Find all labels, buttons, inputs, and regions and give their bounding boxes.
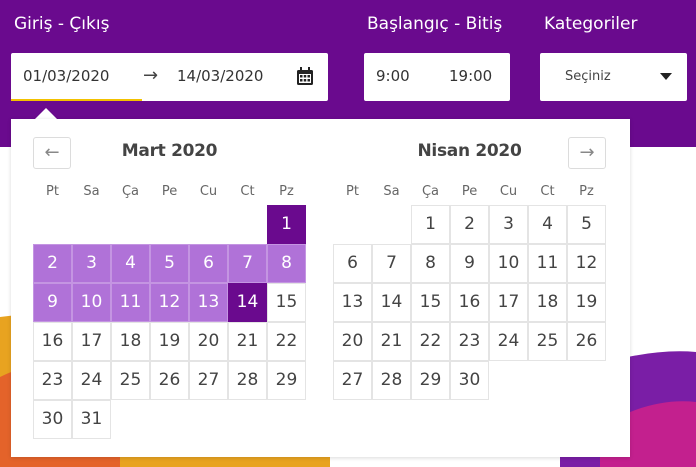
calendar-day[interactable]: 16 [33, 322, 72, 361]
weekday-label: Ct [540, 184, 555, 199]
calendar-day[interactable]: 25 [528, 322, 567, 361]
calendar-day[interactable]: 16 [450, 283, 489, 322]
calendar-day[interactable]: 10 [72, 283, 111, 322]
calendar-icon[interactable] [296, 67, 314, 86]
weekday-label: Pz [579, 184, 594, 199]
calendar-day[interactable]: 28 [372, 361, 411, 400]
calendar-day[interactable]: 25 [111, 361, 150, 400]
calendar-day[interactable]: 28 [228, 361, 267, 400]
calendar-day[interactable]: 7 [372, 244, 411, 283]
calendar-day[interactable]: 29 [411, 361, 450, 400]
start-end-time-label: Başlangıç - Bitiş [367, 14, 503, 34]
start-time-input[interactable]: 9:00 [376, 67, 410, 85]
weekday-label: Pz [279, 184, 294, 199]
calendar-day[interactable]: 30 [33, 400, 72, 439]
calendar-day[interactable]: 30 [450, 361, 489, 400]
calendar-day[interactable]: 20 [333, 322, 372, 361]
calendar-day[interactable]: 4 [528, 205, 567, 244]
weekday-label: Pe [161, 184, 178, 199]
arrow-right-icon: → [143, 65, 159, 86]
calendar-day[interactable]: 14 [372, 283, 411, 322]
calendar-day[interactable]: 12 [150, 283, 189, 322]
calendar-day[interactable]: 7 [228, 244, 267, 283]
calendar-day[interactable]: 14 [228, 283, 267, 322]
calendar-day[interactable]: 5 [567, 205, 606, 244]
month-title: Mart 2020 [121, 141, 218, 161]
end-time-input[interactable]: 19:00 [449, 67, 492, 85]
weekday-label: Ça [121, 184, 140, 199]
calendar-day[interactable]: 23 [33, 361, 72, 400]
calendar-day[interactable]: 2 [450, 205, 489, 244]
start-date-input[interactable]: 01/03/2020 [23, 67, 109, 85]
calendar-day[interactable]: 3 [489, 205, 528, 244]
category-selected-value: Seçiniz [565, 69, 611, 84]
calendar-day[interactable]: 17 [72, 322, 111, 361]
calendar-day[interactable]: 12 [567, 244, 606, 283]
weekday-label: Pe [461, 184, 478, 199]
calendar-day[interactable]: 15 [411, 283, 450, 322]
calendar-day[interactable]: 27 [333, 361, 372, 400]
weekday-label: Cu [499, 184, 518, 199]
calendar-day[interactable]: 21 [228, 322, 267, 361]
checkin-checkout-label: Giriş - Çıkış [14, 14, 110, 34]
calendar-day[interactable]: 19 [567, 283, 606, 322]
calendar-day[interactable]: 17 [489, 283, 528, 322]
date-picker-popup: ← → Mart 2020 Pt Sa Ça Pe Cu Ct Pz 1 2 3 4 5 6 7 8 9 10 11… [11, 119, 630, 457]
calendar-day[interactable]: 3 [72, 244, 111, 283]
end-date-input[interactable]: 14/03/2020 [177, 67, 263, 85]
weekday-label: Sa [383, 184, 400, 199]
calendar-day[interactable]: 1 [267, 205, 306, 244]
calendar-day[interactable]: 29 [267, 361, 306, 400]
calendar-day[interactable]: 13 [333, 283, 372, 322]
calendar-day[interactable]: 5 [150, 244, 189, 283]
weekday-label: Pt [46, 184, 59, 199]
calendar-day[interactable]: 8 [267, 244, 306, 283]
popup-notch [35, 108, 57, 119]
calendar-day[interactable]: 1 [411, 205, 450, 244]
calendar-day[interactable]: 21 [372, 322, 411, 361]
calendar-day[interactable]: 31 [72, 400, 111, 439]
calendar-day[interactable]: 23 [450, 322, 489, 361]
weekday-label: Pt [346, 184, 359, 199]
calendar-day[interactable]: 22 [411, 322, 450, 361]
calendar-day[interactable]: 27 [189, 361, 228, 400]
weekday-label: Ct [240, 184, 255, 199]
calendar-day[interactable]: 19 [150, 322, 189, 361]
calendar-day[interactable]: 24 [489, 322, 528, 361]
calendar-day[interactable]: 20 [189, 322, 228, 361]
calendar-day[interactable]: 9 [450, 244, 489, 283]
calendar-day[interactable]: 10 [489, 244, 528, 283]
caret-down-icon [660, 73, 672, 80]
calendar-day[interactable]: 13 [189, 283, 228, 322]
calendar-day[interactable]: 4 [111, 244, 150, 283]
calendar-day[interactable]: 6 [189, 244, 228, 283]
weekday-label: Ça [421, 184, 440, 199]
date-range-field[interactable]: 01/03/2020 → 14/03/2020 [11, 53, 328, 101]
category-select[interactable]: Seçiniz [540, 53, 687, 101]
month-title: Nisan 2020 [417, 141, 522, 161]
calendar-day[interactable]: 9 [33, 283, 72, 322]
calendar-day[interactable]: 26 [150, 361, 189, 400]
categories-label: Kategoriler [544, 14, 638, 34]
active-input-underline [11, 99, 142, 101]
calendar-day[interactable]: 6 [333, 244, 372, 283]
weekday-label: Cu [199, 184, 218, 199]
calendar-day[interactable]: 11 [528, 244, 567, 283]
calendar-day[interactable]: 11 [111, 283, 150, 322]
calendar-day[interactable]: 26 [567, 322, 606, 361]
calendar-day[interactable]: 22 [267, 322, 306, 361]
calendar-day[interactable]: 2 [33, 244, 72, 283]
calendar-day[interactable]: 15 [267, 283, 306, 322]
time-range-field[interactable]: 9:00 19:00 [364, 53, 510, 101]
calendar-day[interactable]: 18 [111, 322, 150, 361]
weekday-label: Sa [83, 184, 100, 199]
calendar-day[interactable]: 18 [528, 283, 567, 322]
calendar-day[interactable]: 24 [72, 361, 111, 400]
calendar-day[interactable]: 8 [411, 244, 450, 283]
